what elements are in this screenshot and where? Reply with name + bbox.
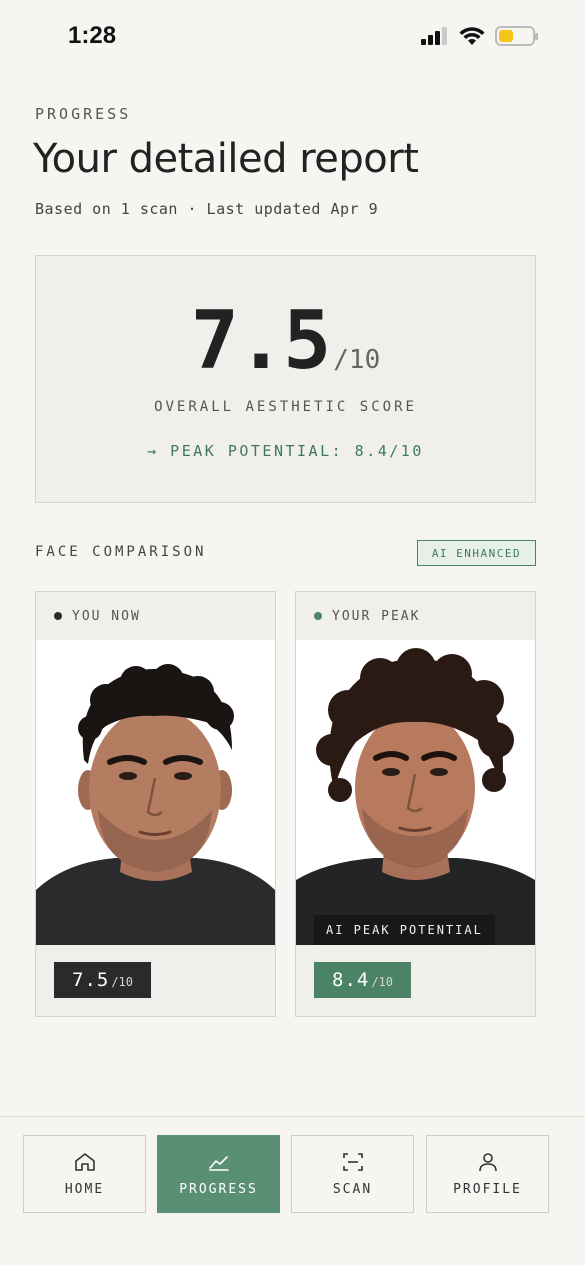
- face-photo-now: [36, 640, 275, 945]
- face-card-now[interactable]: YOU NOW 7.5 /10: [35, 591, 276, 1017]
- battery-fill: [499, 30, 514, 42]
- face-photo-peak: AI PEAK POTENTIAL: [296, 640, 535, 945]
- nav-home-label: HOME: [64, 1181, 105, 1197]
- nav-scan-button[interactable]: SCAN: [291, 1135, 414, 1213]
- peak-potential-text: → PEAK POTENTIAL: 8.4/10: [147, 442, 424, 460]
- battery-icon: [495, 26, 538, 46]
- nav-progress-label: PROGRESS: [179, 1181, 258, 1197]
- bottom-nav: HOME PROGRESS SCAN PROFILE: [0, 1116, 585, 1265]
- status-dot-icon: [314, 612, 322, 620]
- page-title: Your detailed report: [33, 136, 419, 182]
- nav-scan-label: SCAN: [332, 1181, 373, 1197]
- face-comparison-title: FACE COMPARISON: [35, 544, 207, 560]
- face-card-now-score: 7.5: [72, 969, 110, 991]
- overall-score-value: 7.5: [190, 294, 331, 387]
- scan-icon: [342, 1152, 363, 1171]
- face-card-peak-score: 8.4: [332, 969, 370, 991]
- status-icons: [421, 26, 538, 46]
- page-eyebrow: PROGRESS: [35, 105, 132, 123]
- nav-profile-label: PROFILE: [453, 1181, 522, 1197]
- ai-enhanced-badge: AI ENHANCED: [417, 540, 536, 566]
- face-card-now-denominator: /10: [111, 975, 134, 989]
- chart-icon: [208, 1155, 229, 1171]
- face-card-peak-denominator: /10: [371, 975, 394, 989]
- overall-score-label: OVERALL AESTHETIC SCORE: [154, 399, 417, 415]
- page-subtitle: Based on 1 scan · Last updated Apr 9: [35, 200, 379, 218]
- face-card-peak-label: YOUR PEAK: [332, 608, 421, 624]
- nav-profile-button[interactable]: PROFILE: [426, 1135, 549, 1213]
- face-card-peak-score-badge: 8.4 /10: [314, 962, 412, 998]
- status-bar: 1:28: [0, 0, 585, 76]
- ai-peak-caption: AI PEAK POTENTIAL: [314, 915, 495, 945]
- nav-home-button[interactable]: HOME: [23, 1135, 146, 1213]
- home-icon: [74, 1152, 95, 1171]
- face-card-now-score-badge: 7.5 /10: [54, 962, 152, 998]
- score-row: 7.5 /10: [36, 294, 535, 387]
- status-dot-icon: [54, 612, 62, 620]
- status-time: 1:28: [68, 22, 117, 49]
- wifi-icon: [459, 26, 485, 45]
- face-card-now-header: YOU NOW: [36, 592, 275, 640]
- face-card-peak[interactable]: YOUR PEAK AI PEAK POTENTIAL 8.4 /10: [295, 591, 536, 1017]
- nav-progress-button[interactable]: PROGRESS: [157, 1135, 280, 1213]
- cellular-signal-icon: [421, 27, 447, 45]
- overall-score-card: 7.5 /10 OVERALL AESTHETIC SCORE → PEAK P…: [35, 255, 536, 503]
- face-card-now-label: YOU NOW: [72, 608, 141, 624]
- face-card-peak-header: YOUR PEAK: [296, 592, 535, 640]
- profile-icon: [478, 1152, 497, 1171]
- overall-score-denominator: /10: [333, 345, 381, 375]
